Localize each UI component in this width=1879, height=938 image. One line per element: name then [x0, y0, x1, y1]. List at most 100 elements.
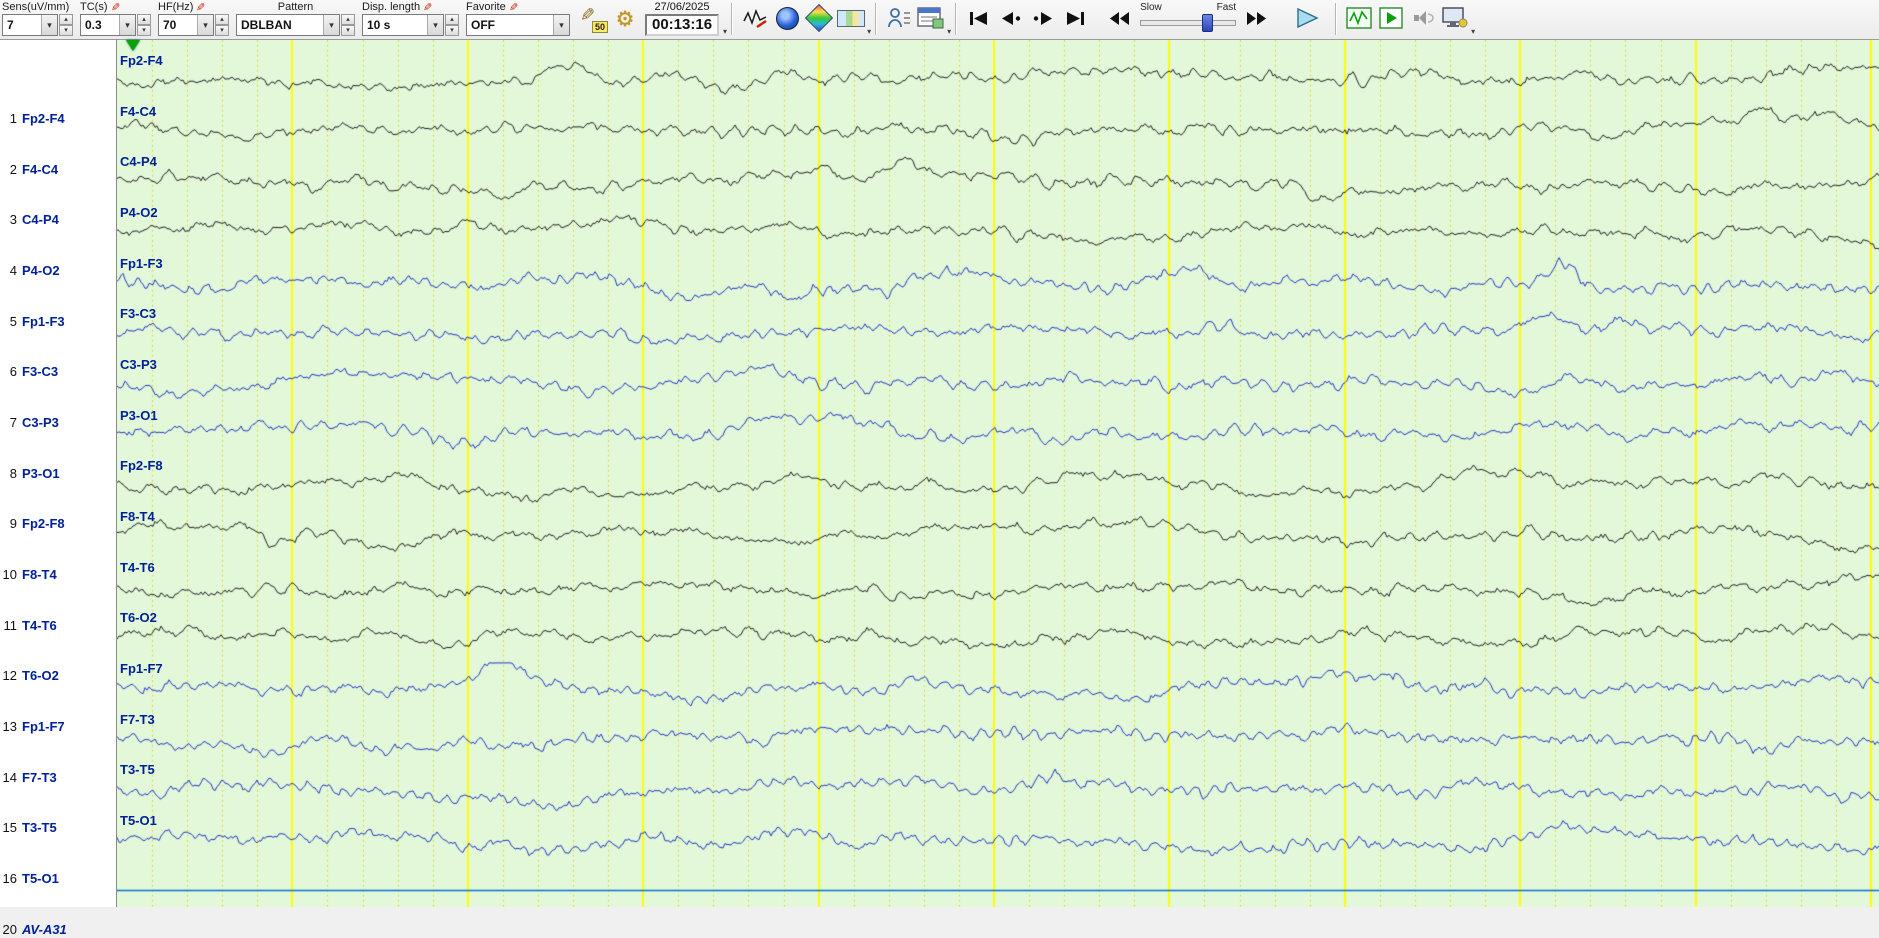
high-freq-filter-spinner[interactable]: ▴ ▾ — [215, 14, 229, 36]
monitor-waveform-icon — [1346, 7, 1372, 29]
waveform-annotation-button[interactable] — [740, 3, 770, 33]
channel-label: P4-O2 — [22, 262, 60, 278]
spinner-up-icon[interactable]: ▴ — [445, 14, 459, 25]
channel-row[interactable]: 7 C3-P3 — [0, 414, 115, 431]
chevron-down-icon[interactable]: ▾ — [323, 15, 339, 35]
slider-rail — [1140, 20, 1237, 26]
display-length-select[interactable]: 10 s ▾ — [362, 14, 444, 36]
time-constant-value: 0.3 — [85, 18, 102, 32]
channel-row[interactable]: 9 Fp2-F8 — [0, 515, 115, 532]
channel-label: F3-C3 — [22, 364, 59, 380]
channel-row[interactable]: 14 F7-T3 — [0, 769, 115, 786]
montage-more-arrow-icon[interactable]: ▾ — [947, 27, 951, 36]
channel-row[interactable]: 13 Fp1-F7 — [0, 718, 115, 735]
patient-info-button[interactable] — [884, 3, 914, 33]
notch-50hz-badge: 50 — [591, 21, 608, 33]
spinner-down-icon[interactable]: ▾ — [137, 25, 151, 36]
sensitivity-spinner[interactable]: ▴ ▾ — [59, 14, 73, 36]
sensitivity-select[interactable]: 7 ▾ — [2, 14, 58, 36]
channel-label: T3-T5 — [22, 820, 57, 836]
favorite-value: OFF — [471, 18, 495, 32]
channel-row[interactable]: 3 C4-P4 — [0, 211, 115, 228]
chevron-down-icon[interactable]: ▾ — [553, 15, 569, 35]
spinner-down-icon[interactable]: ▾ — [215, 25, 229, 36]
channel-row[interactable]: 5 Fp1-F3 — [0, 313, 115, 330]
trend-map-button[interactable] — [836, 3, 866, 33]
channel-row[interactable]: 11 T4-T6 — [0, 617, 115, 634]
channel-number: 14 — [2, 769, 17, 785]
map-more-arrow-icon[interactable]: ▾ — [867, 27, 871, 36]
channel-label: Fp2-F4 — [22, 111, 65, 126]
chevron-down-icon[interactable]: ▾ — [197, 15, 213, 35]
toolbar-more-arrow-icon[interactable]: ▾ — [1471, 27, 1475, 36]
pattern-select[interactable]: DBLBAN ▾ — [236, 14, 340, 36]
spinner-down-icon[interactable]: ▾ — [341, 25, 355, 36]
spinner-up-icon[interactable]: ▴ — [341, 14, 355, 25]
channel-number: 20 — [2, 922, 17, 937]
spinner-up-icon[interactable]: ▴ — [215, 14, 229, 25]
brain-topography-icon — [775, 6, 799, 30]
channel-row[interactable]: 1 Fp2-F4 — [0, 110, 115, 127]
channel-number: 12 — [2, 668, 17, 684]
channel-number: 3 — [9, 212, 17, 228]
chevron-down-icon[interactable]: ▾ — [41, 15, 57, 35]
eeg-trace-area[interactable]: Fp2-F4 F4-C4 C4-P4 P4-O2 Fp1-F3 F3-C3 C3-P3 P3-… — [117, 40, 1879, 907]
spinner-up-icon[interactable]: ▴ — [137, 14, 151, 25]
toolbar-separator — [1335, 3, 1338, 35]
time-constant-spinner[interactable]: ▴ ▾ — [137, 14, 151, 36]
channel-row[interactable]: 6 F3-C3 — [0, 363, 115, 380]
review-play-button[interactable] — [1376, 3, 1406, 33]
edit-pen-icon: ✎ — [196, 1, 206, 14]
display-length-label: Disp. length — [362, 1, 421, 13]
rewind-button[interactable] — [1105, 3, 1135, 33]
sensitivity-value: 7 — [7, 18, 14, 32]
go-to-end-button[interactable] — [1060, 3, 1090, 33]
channel-number: 15 — [2, 820, 17, 836]
channel-label: T5-O1 — [22, 870, 59, 886]
spinner-down-icon[interactable]: ▾ — [445, 25, 459, 36]
display-length-spinner[interactable]: ▴ ▾ — [445, 14, 459, 36]
channel-row[interactable]: 4 P4-O2 — [0, 262, 115, 279]
datetime-more-arrow-icon[interactable]: ▾ — [723, 27, 727, 36]
channel-row[interactable]: 16 T5-O1 — [0, 870, 115, 887]
channel-label: F7-T3 — [22, 769, 57, 785]
network-settings-button[interactable] — [1440, 3, 1470, 33]
channel-row[interactable]: 15 T3-T5 — [0, 819, 115, 836]
notch-filter-button[interactable]: ✎ 50 — [578, 5, 608, 35]
chevron-down-icon[interactable]: ▾ — [119, 15, 135, 35]
channel-number: 2 — [9, 161, 17, 177]
step-forward-button[interactable] — [1028, 3, 1058, 33]
settings-button[interactable]: ⚙ — [610, 5, 640, 35]
channel-row[interactable]: 2 F4-C4 — [0, 161, 115, 178]
fast-forward-button[interactable] — [1241, 3, 1271, 33]
montage-settings-button[interactable] — [916, 3, 946, 33]
channel-label: Fp1-F3 — [22, 313, 65, 329]
slider-handle[interactable] — [1201, 14, 1213, 32]
spinner-down-icon[interactable]: ▾ — [59, 25, 73, 36]
channel-number: 8 — [9, 465, 17, 481]
play-button[interactable] — [1292, 3, 1322, 33]
channel-row[interactable]: 10 F8-T4 — [0, 566, 115, 583]
slider-slow-label: Slow — [1140, 2, 1162, 13]
spectral-map-button[interactable] — [804, 3, 834, 33]
high-freq-filter-select[interactable]: 70 ▾ — [158, 14, 214, 36]
eeg-waveform-canvas[interactable] — [117, 40, 1879, 907]
pattern-spinner[interactable]: ▴ ▾ — [341, 14, 355, 36]
channel-row[interactable]: 12 T6-O2 — [0, 667, 115, 684]
channel-row[interactable]: 8 P3-O1 — [0, 465, 115, 482]
step-back-button[interactable] — [996, 3, 1026, 33]
channel-label: P3-O1 — [22, 465, 60, 481]
display-length-group: Disp. length ✎ 10 s ▾ ▴ ▾ — [362, 1, 459, 36]
favorite-select[interactable]: OFF ▾ — [466, 14, 570, 36]
channel-row[interactable]: 20 AV-A31 — [0, 921, 115, 938]
chevron-down-icon[interactable]: ▾ — [427, 15, 443, 35]
go-to-start-button[interactable] — [964, 3, 994, 33]
channel-number: 13 — [2, 718, 17, 734]
monitor-waveform-button[interactable] — [1344, 3, 1374, 33]
audio-button[interactable] — [1408, 3, 1438, 33]
position-marker-icon[interactable] — [126, 40, 140, 51]
spinner-up-icon[interactable]: ▴ — [59, 14, 73, 25]
brain-map-button[interactable] — [772, 3, 802, 33]
time-constant-select[interactable]: 0.3 ▾ — [80, 14, 136, 36]
speed-slider[interactable] — [1140, 14, 1237, 32]
